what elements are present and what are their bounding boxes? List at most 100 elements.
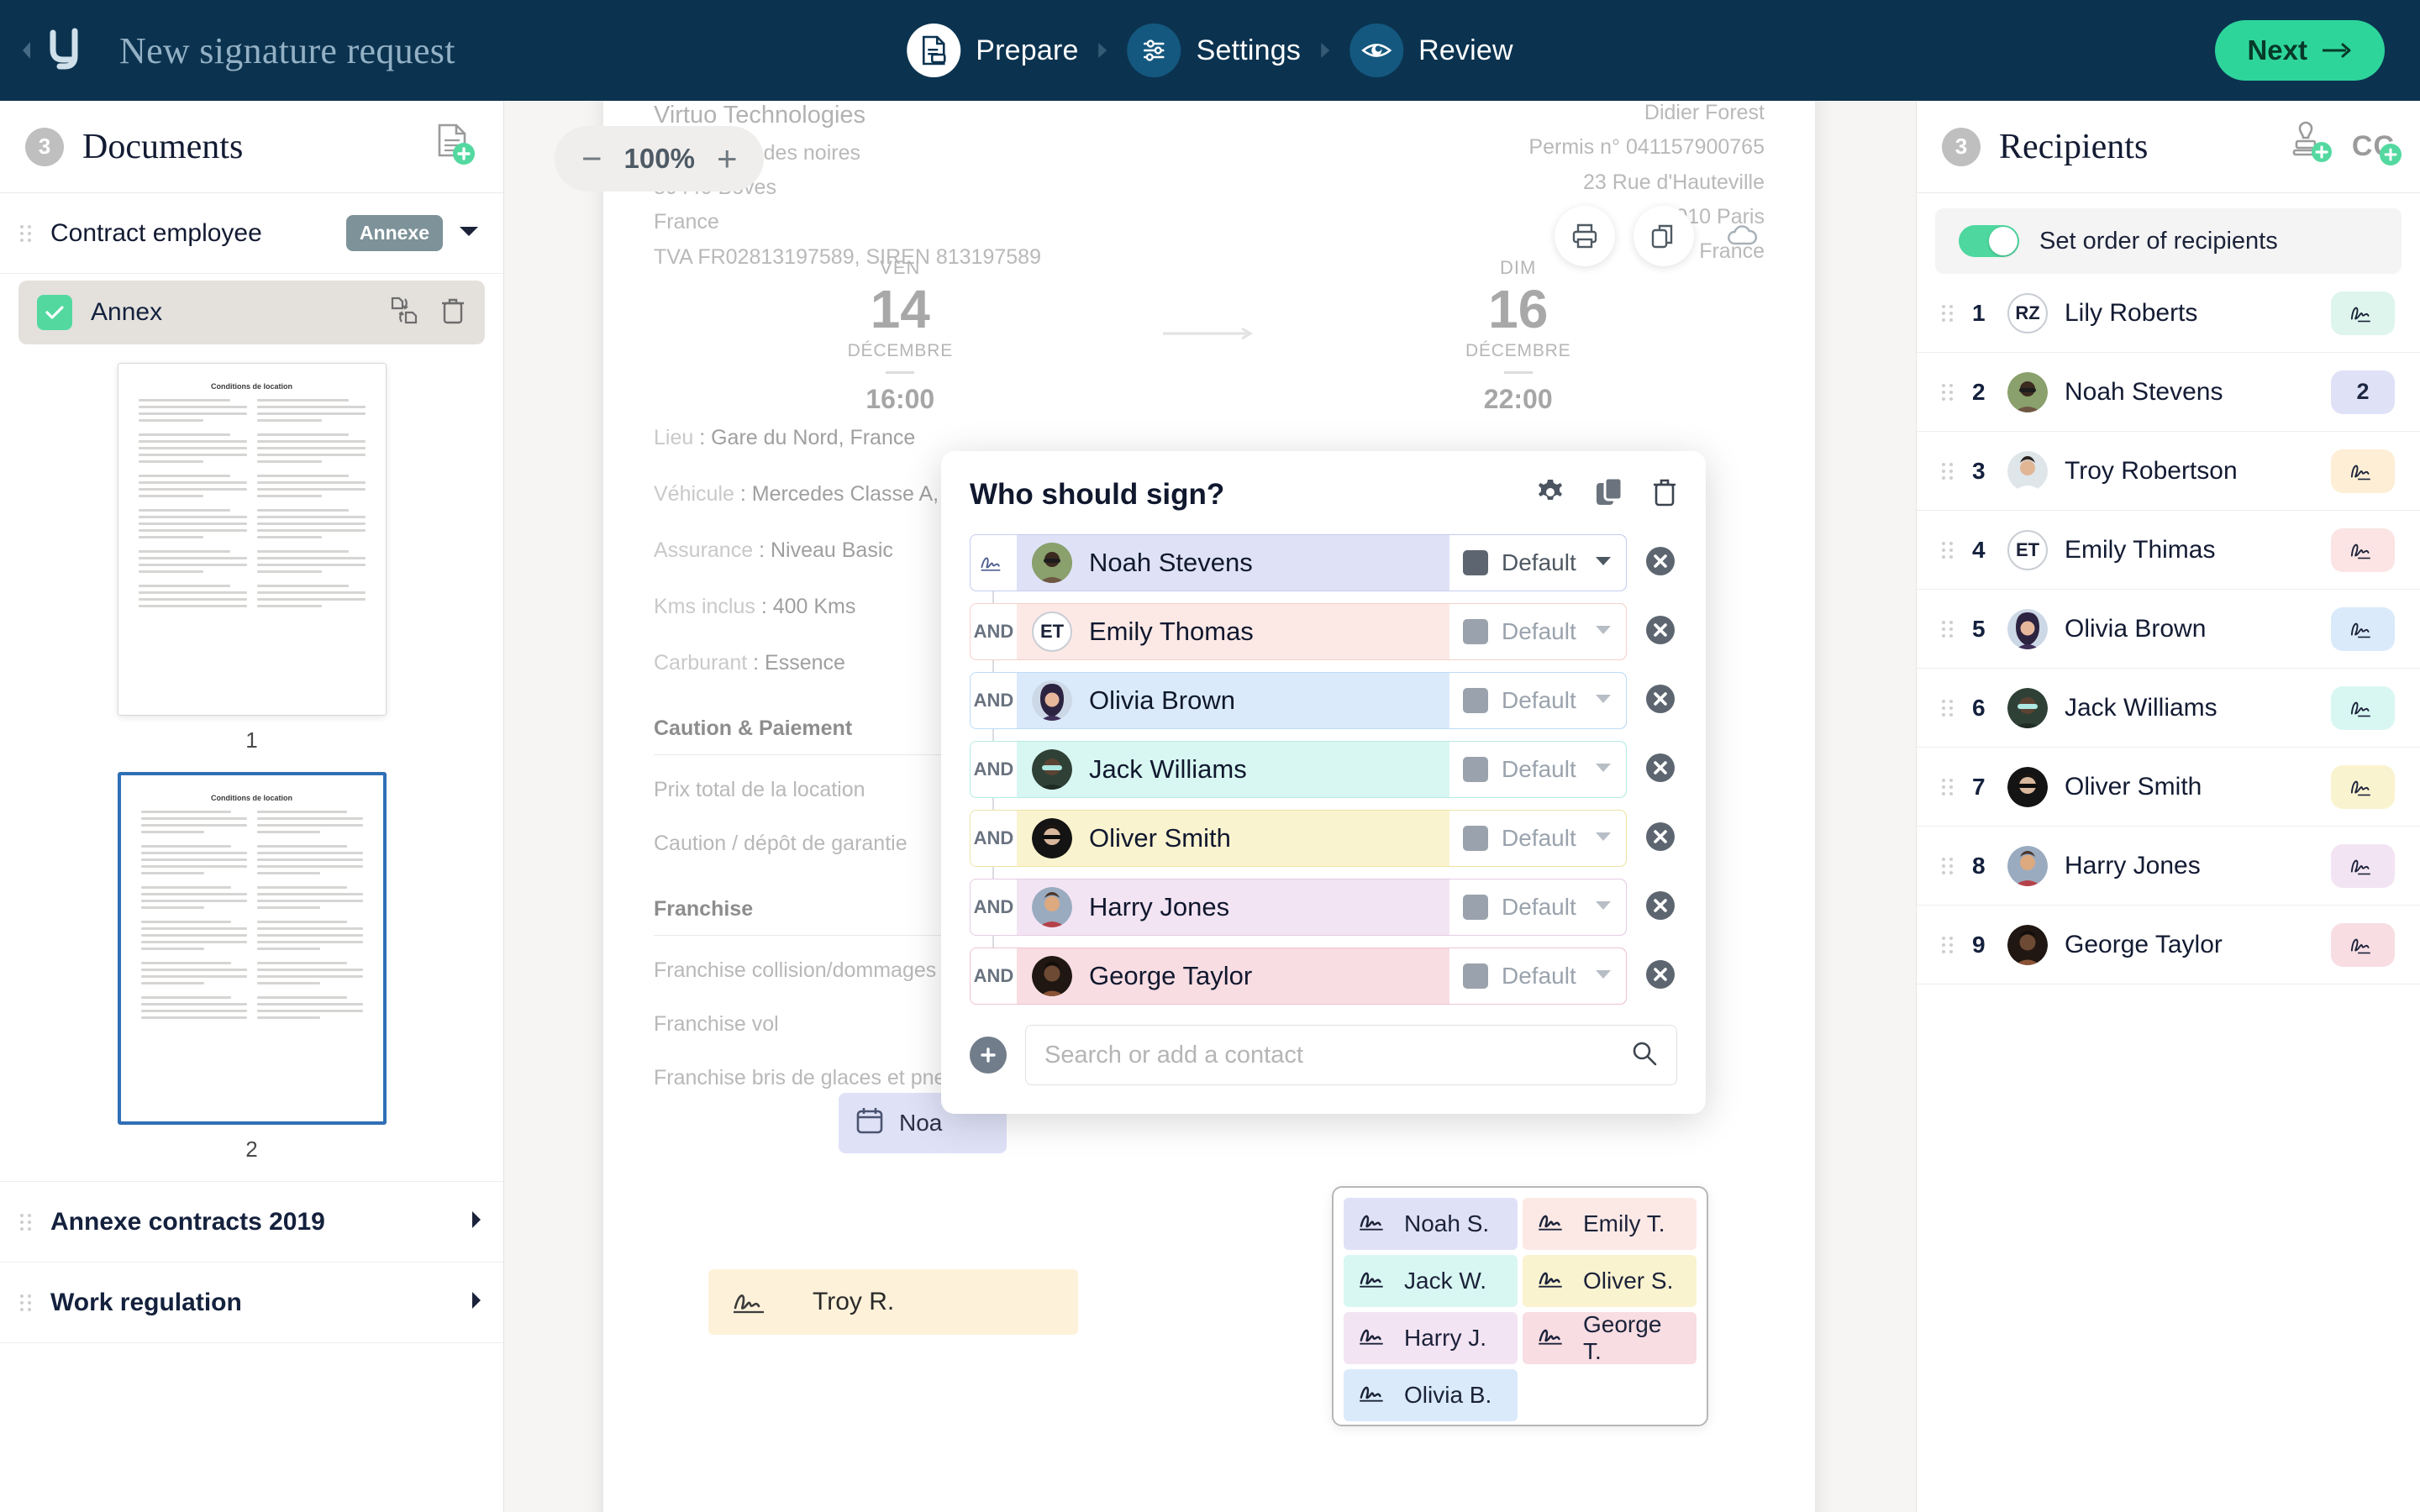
signer-row-3-remove-button[interactable] [1644, 751, 1677, 789]
step-review[interactable]: Review [1349, 24, 1513, 77]
recipient-row-4-badge[interactable] [2331, 528, 2395, 572]
chevron-right-icon[interactable] [470, 1208, 483, 1236]
signature-chip-emily[interactable]: Emily T. [1523, 1198, 1697, 1250]
document-checkbox[interactable] [37, 295, 72, 330]
document-item-annex[interactable]: Annex [18, 281, 485, 344]
signature-chip-olivia[interactable]: Olivia B. [1344, 1369, 1518, 1421]
recipient-row-2[interactable]: 2 Noah Stevens 2 [1917, 353, 2420, 432]
set-order-toggle[interactable] [1959, 225, 2019, 257]
drag-handle-icon[interactable] [1942, 857, 1955, 874]
recipient-row-3[interactable]: 3 Troy Robertson [1917, 432, 2420, 511]
sidebar-item-annexe-contracts[interactable]: Annexe contracts 2019 [0, 1181, 503, 1262]
signature-chip-george[interactable]: George T. [1523, 1311, 1697, 1364]
recipient-row-6[interactable]: 6 Jack Williams [1917, 669, 2420, 748]
zoom-out-button[interactable]: − [581, 141, 602, 176]
recipient-row-2-badge[interactable]: 2 [2331, 370, 2395, 414]
share-icon[interactable] [1634, 206, 1694, 266]
recipient-row-7[interactable]: 7 Oliver Smith [1917, 748, 2420, 827]
signer-row-4-remove-button[interactable] [1644, 820, 1677, 858]
signature-chip-harry[interactable]: Harry J. [1344, 1312, 1518, 1364]
signer-row-6-role-select[interactable]: Default [1449, 948, 1626, 1004]
signer-row-3-role-label: Default [1502, 756, 1576, 782]
page-thumbnail-1-preview[interactable]: Conditions de location [117, 363, 387, 716]
step-settings[interactable]: Settings [1127, 24, 1301, 77]
signer-row-2-remove-button[interactable] [1644, 682, 1677, 720]
signer-row-0-role-select[interactable]: Default [1449, 535, 1626, 591]
drag-handle-icon[interactable] [1942, 383, 1955, 401]
document-group-row[interactable]: Contract employee Annexe [0, 193, 503, 274]
search-input[interactable] [1044, 1041, 1631, 1069]
signature-chip-oliver[interactable]: Oliver S. [1523, 1255, 1697, 1307]
signer-row-4[interactable]: AND Oliver Smith Default [970, 810, 1677, 899]
drag-handle-icon[interactable] [1942, 699, 1955, 717]
signer-row-2-role-select[interactable]: Default [1449, 673, 1626, 728]
gear-icon[interactable] [1534, 476, 1566, 512]
drag-handle-icon[interactable] [1942, 462, 1955, 480]
signer-row-6[interactable]: AND George Taylor Default [970, 948, 1677, 1005]
signature-chip-jack[interactable]: Jack W. [1344, 1255, 1518, 1307]
zoom-in-button[interactable]: + [717, 141, 738, 176]
signer-row-6-remove-button[interactable] [1644, 958, 1677, 995]
drag-handle-icon[interactable] [1942, 620, 1955, 638]
add-cc-button[interactable]: CC [2352, 130, 2402, 165]
signer-row-1[interactable]: AND ET Emily Thomas Default [970, 603, 1677, 692]
set-order-toggle-row[interactable]: Set order of recipients [1935, 208, 2402, 274]
trash-icon[interactable] [1652, 477, 1677, 512]
recipient-row-5-badge[interactable] [2331, 606, 2395, 651]
page-thumbnail-1[interactable]: Conditions de location 1 [0, 363, 503, 753]
add-document-icon[interactable] [429, 120, 478, 173]
chevron-down-icon[interactable] [458, 224, 480, 242]
recipient-row-1-badge[interactable] [2331, 291, 2395, 335]
recipient-row-3-badge[interactable] [2331, 449, 2395, 493]
duplicate-icon[interactable] [1595, 476, 1623, 512]
recipient-row-7-badge[interactable] [2331, 764, 2395, 809]
drag-handle-icon[interactable] [20, 224, 34, 242]
back-caret-icon[interactable] [17, 0, 37, 101]
signer-row-1-name: Emily Thomas [1089, 617, 1254, 646]
signer-row-5[interactable]: AND Harry Jones Default [970, 879, 1677, 968]
signature-tag-troy[interactable]: Troy R. [708, 1269, 1078, 1335]
signer-row-5-role-select[interactable]: Default [1449, 879, 1626, 935]
sidebar-item-work-regulation[interactable]: Work regulation [0, 1262, 503, 1342]
add-stamp-icon[interactable] [2286, 120, 2335, 173]
trash-icon[interactable] [439, 297, 466, 329]
drag-handle-icon[interactable] [1942, 936, 1955, 953]
recipient-row-9[interactable]: 9 George Taylor [1917, 906, 2420, 984]
signer-row-3[interactable]: AND Jack Williams Default [970, 741, 1677, 830]
drag-handle-icon[interactable] [20, 1294, 34, 1311]
signature-chip-noah[interactable]: Noah S. [1344, 1198, 1518, 1250]
print-icon[interactable] [1555, 206, 1615, 266]
yousign-logo-icon[interactable] [42, 25, 89, 76]
drag-handle-icon[interactable] [20, 1213, 34, 1231]
drag-handle-icon[interactable] [1942, 541, 1955, 559]
signer-row-5-remove-button[interactable] [1644, 889, 1677, 927]
recipient-row-8[interactable]: 8 Harry Jones [1917, 827, 2420, 906]
page-thumbnail-2[interactable]: Conditions de location 2 [0, 772, 503, 1163]
signer-row-2[interactable]: AND Olivia Brown Default [970, 672, 1677, 761]
replace-document-icon[interactable] [389, 296, 419, 330]
annexe-badge[interactable]: Annexe [345, 215, 443, 251]
search-contact-box[interactable] [1025, 1025, 1677, 1085]
chevron-right-icon[interactable] [470, 1289, 483, 1317]
signer-row-1-role-select[interactable]: Default [1449, 604, 1626, 659]
recipient-row-4[interactable]: 4 ET Emily Thimas [1917, 511, 2420, 590]
step-prepare[interactable]: Prepare [907, 24, 1078, 77]
recipient-row-5[interactable]: 5 Olivia Brown [1917, 590, 2420, 669]
recipient-row-1[interactable]: 1 RZ Lily Roberts [1917, 274, 2420, 353]
drag-handle-icon[interactable] [1942, 778, 1955, 795]
signer-row-1-remove-button[interactable] [1644, 613, 1677, 651]
drag-handle-icon[interactable] [1942, 304, 1955, 322]
signer-row-4-role-select[interactable]: Default [1449, 811, 1626, 866]
recipient-row-9-badge[interactable] [2331, 922, 2395, 967]
recipient-row-6-badge[interactable] [2331, 685, 2395, 730]
cloud-upload-icon[interactable] [1712, 206, 1773, 266]
recipient-row-8-badge[interactable] [2331, 843, 2395, 888]
signer-row-0-remove-button[interactable] [1644, 544, 1677, 582]
search-icon[interactable] [1631, 1040, 1658, 1071]
next-button[interactable]: Next [2215, 20, 2385, 81]
signer-row-0[interactable]: Noah Stevens Default [970, 534, 1677, 623]
page-thumbnail-2-preview[interactable]: Conditions de location [117, 772, 387, 1125]
signer-row-3-role-select[interactable]: Default [1449, 742, 1626, 797]
plus-icon[interactable] [970, 1037, 1007, 1074]
page-title: New signature request [119, 29, 455, 71]
